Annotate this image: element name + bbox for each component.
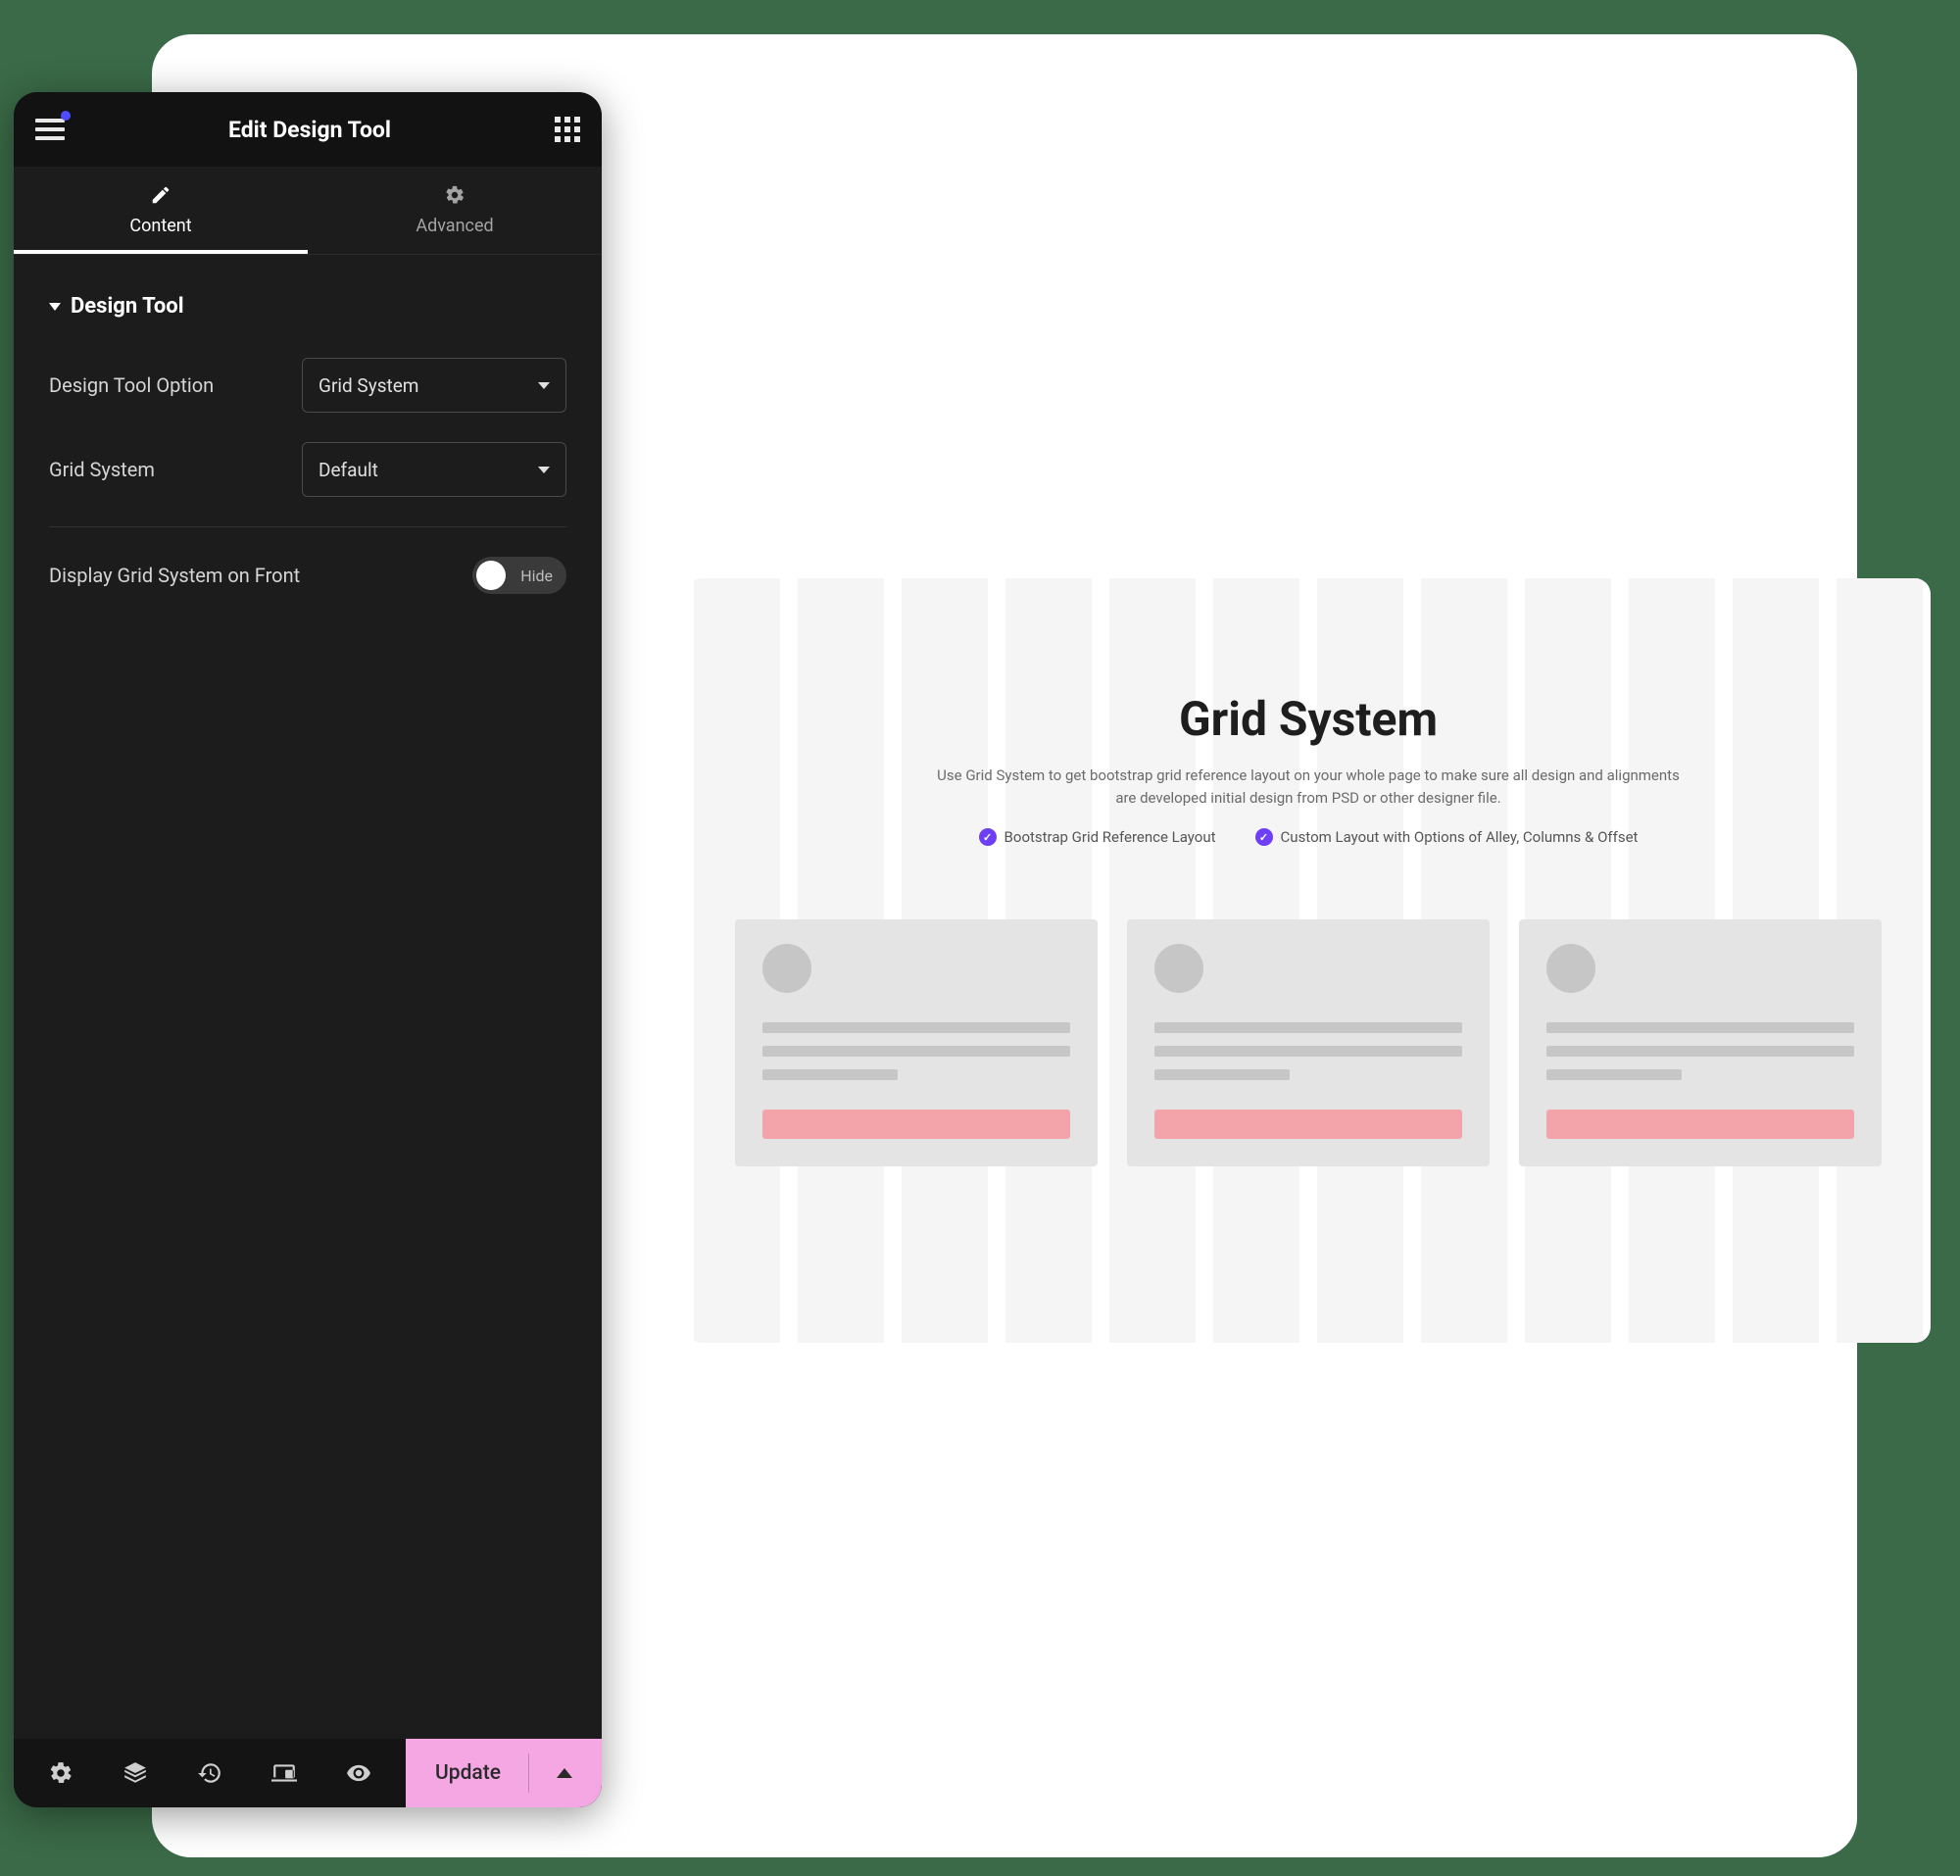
feature-label: Custom Layout with Options of Alley, Col… (1281, 828, 1639, 846)
apps-icon[interactable] (555, 117, 580, 142)
chevron-down-icon (538, 382, 550, 389)
skeleton-line (1154, 1022, 1462, 1033)
divider (528, 1753, 529, 1793)
tabs: Content Advanced (14, 167, 602, 255)
panel-footer: Update (14, 1739, 602, 1807)
update-button[interactable]: Update (406, 1739, 602, 1807)
control-design-tool-option: Design Tool Option Grid System (49, 358, 566, 413)
skeleton-line (1154, 1046, 1462, 1057)
control-display-grid: Display Grid System on Front Hide (49, 557, 566, 594)
skeleton-card (735, 919, 1098, 1166)
toggle-label: Hide (520, 567, 553, 585)
gear-icon (444, 184, 466, 206)
pencil-icon (150, 184, 172, 206)
check-icon: ✓ (1255, 828, 1273, 846)
skeleton-line (1546, 1069, 1682, 1080)
control-label: Grid System (49, 458, 155, 481)
skeleton-avatar (1546, 944, 1595, 993)
skeleton-button (762, 1110, 1070, 1139)
toggle-knob (476, 561, 506, 590)
editor-panel: Edit Design Tool Content Advanced Design… (14, 92, 602, 1807)
feature-label: Bootstrap Grid Reference Layout (1004, 828, 1216, 846)
control-grid-system: Grid System Default (49, 442, 566, 497)
panel-title: Edit Design Tool (228, 117, 391, 143)
section-title: Design Tool (71, 294, 184, 319)
skeleton-line (1546, 1022, 1854, 1033)
display-grid-toggle[interactable]: Hide (472, 557, 566, 594)
skeleton-cards-row (725, 919, 1891, 1166)
notification-dot (61, 111, 71, 121)
select-value: Default (318, 459, 378, 481)
preview-icon[interactable] (346, 1760, 371, 1786)
feature-item: ✓ Custom Layout with Options of Alley, C… (1255, 828, 1639, 846)
preview-content: Grid System Use Grid System to get boots… (686, 578, 1931, 1343)
skeleton-line (1546, 1046, 1854, 1057)
chevron-down-icon (49, 303, 61, 311)
section-header[interactable]: Design Tool (49, 294, 566, 319)
skeleton-avatar (762, 944, 811, 993)
navigator-icon[interactable] (122, 1760, 148, 1786)
skeleton-line (762, 1069, 898, 1080)
check-icon: ✓ (979, 828, 997, 846)
settings-icon[interactable] (48, 1760, 74, 1786)
feature-item: ✓ Bootstrap Grid Reference Layout (979, 828, 1216, 846)
select-value: Grid System (318, 374, 418, 397)
update-label: Update (435, 1761, 501, 1785)
history-icon[interactable] (197, 1760, 222, 1786)
footer-icons (14, 1739, 406, 1807)
control-label: Display Grid System on Front (49, 564, 300, 587)
skeleton-avatar (1154, 944, 1203, 993)
design-tool-option-select[interactable]: Grid System (302, 358, 566, 413)
responsive-icon[interactable] (271, 1760, 297, 1786)
skeleton-button (1154, 1110, 1462, 1139)
menu-icon[interactable] (35, 119, 65, 140)
chevron-up-icon (557, 1768, 572, 1778)
skeleton-line (1154, 1069, 1290, 1080)
control-label: Design Tool Option (49, 373, 214, 397)
skeleton-button (1546, 1110, 1854, 1139)
skeleton-line (762, 1046, 1070, 1057)
grid-system-select[interactable]: Default (302, 442, 566, 497)
panel-header: Edit Design Tool (14, 92, 602, 167)
skeleton-line (762, 1022, 1070, 1033)
divider (49, 526, 566, 527)
preview-description: Use Grid System to get bootstrap grid re… (926, 765, 1690, 809)
skeleton-card (1519, 919, 1882, 1166)
preview-title: Grid System (725, 691, 1891, 747)
preview-card: Grid System Use Grid System to get boots… (686, 578, 1931, 1343)
tab-label: Advanced (416, 216, 493, 236)
chevron-down-icon (538, 467, 550, 473)
preview-features: ✓ Bootstrap Grid Reference Layout ✓ Cust… (725, 828, 1891, 846)
panel-body: Design Tool Design Tool Option Grid Syst… (14, 255, 602, 1739)
tab-content[interactable]: Content (14, 167, 308, 254)
tab-advanced[interactable]: Advanced (308, 167, 602, 254)
skeleton-card (1127, 919, 1490, 1166)
tab-label: Content (129, 216, 191, 236)
